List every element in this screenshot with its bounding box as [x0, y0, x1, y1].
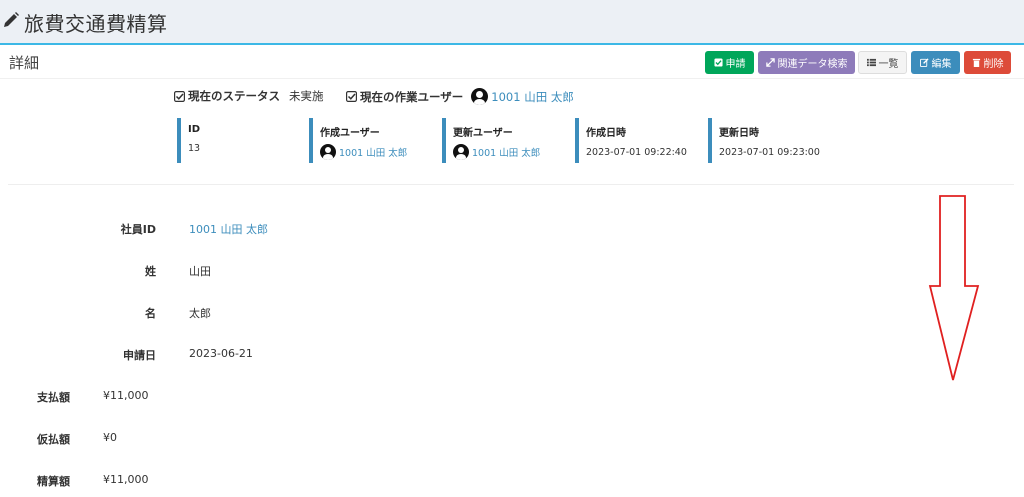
list-button[interactable]: 一覧 — [858, 51, 907, 74]
related-data-search-label: 関連データ検索 — [777, 59, 848, 70]
meta-creator-value: 1001 山田 太郎 — [339, 148, 408, 159]
apply-date-label: 申請日 — [123, 349, 156, 362]
edit-button[interactable]: 編集 — [911, 51, 960, 74]
meta-created-value: 2023-07-01 09:22:40 — [586, 147, 687, 158]
pencil-icon — [4, 12, 19, 27]
meta-creator-link[interactable]: 1001 山田 太郎 — [320, 144, 429, 160]
avatar — [453, 144, 469, 160]
first-name-value: 太郎 — [189, 307, 211, 320]
settlement-amount-label: 精算額 — [37, 475, 70, 488]
meta-id: ID 13 — [177, 118, 297, 163]
employee-id-label: 社員ID — [120, 223, 156, 236]
meta-id-value: 13 — [188, 143, 201, 154]
page-title: 旅費交通費精算 — [24, 12, 168, 36]
meta-creator-label: 作成ユーザー — [320, 128, 380, 139]
check-square-icon — [346, 91, 357, 102]
expand-icon — [765, 58, 775, 67]
related-data-search-button[interactable]: 関連データ検索 — [758, 51, 855, 74]
first-name-label: 名 — [145, 307, 156, 320]
meta-id-label: ID — [188, 124, 201, 135]
meta-updated-label: 更新日時 — [719, 128, 759, 139]
apply-button[interactable]: 申請 — [705, 51, 754, 74]
divider — [8, 184, 1014, 185]
last-name-value: 山田 — [189, 265, 211, 278]
check-square-icon — [174, 90, 185, 102]
meta-updater-value: 1001 山田 太郎 — [472, 148, 541, 159]
list-button-label: 一覧 — [878, 59, 899, 70]
avatar — [320, 144, 336, 160]
meta-updater: 更新ユーザー 1001 山田 太郎 — [442, 118, 562, 163]
advance-amount-label: 仮払額 — [37, 433, 70, 446]
delete-button-label: 削除 — [983, 59, 1004, 70]
edit-button-label: 編集 — [931, 59, 952, 70]
current-status-value: 未実施 — [289, 89, 324, 103]
last-name-label: 姓 — [145, 265, 156, 278]
advance-amount-value: ¥0 — [103, 431, 117, 444]
settlement-amount-value: ¥11,000 — [103, 473, 149, 486]
meta-created-at: 作成日時 2023-07-01 09:22:40 — [575, 118, 700, 163]
payment-amount-label: 支払額 — [37, 391, 70, 404]
current-status-label: 現在のステータス — [188, 89, 280, 103]
meta-updater-label: 更新ユーザー — [453, 128, 513, 139]
check-square-icon — [713, 58, 723, 67]
current-status: 現在のステータス 未実施 — [174, 88, 324, 104]
payment-amount-value: ¥11,000 — [103, 389, 149, 402]
divider — [0, 78, 1024, 79]
list-icon — [866, 58, 876, 67]
current-worker-label: 現在の作業ユーザー — [360, 89, 464, 104]
delete-button[interactable]: 削除 — [964, 51, 1011, 74]
meta-updated-value: 2023-07-01 09:23:00 — [719, 147, 820, 158]
current-worker-value: 1001 山田 太郎 — [491, 89, 574, 104]
current-worker-link[interactable]: 1001 山田 太郎 — [471, 88, 574, 105]
employee-id-link[interactable]: 1001 山田 太郎 — [189, 221, 268, 237]
meta-created-label: 作成日時 — [586, 128, 626, 139]
meta-updated-at: 更新日時 2023-07-01 09:23:00 — [708, 118, 833, 163]
box-title: 詳細 — [9, 54, 40, 72]
trash-icon — [972, 58, 980, 67]
current-worker: 現在の作業ユーザー 1001 山田 太郎 — [346, 88, 574, 105]
down-arrow-annotation-icon — [928, 195, 980, 381]
page-header: 旅費交通費精算 — [0, 0, 1024, 45]
meta-updater-link[interactable]: 1001 山田 太郎 — [453, 144, 562, 160]
meta-creator: 作成ユーザー 1001 山田 太郎 — [309, 118, 429, 163]
apply-date-value: 2023-06-21 — [189, 347, 253, 360]
avatar — [471, 88, 489, 105]
edit-icon — [919, 58, 929, 67]
apply-button-label: 申請 — [725, 59, 746, 70]
